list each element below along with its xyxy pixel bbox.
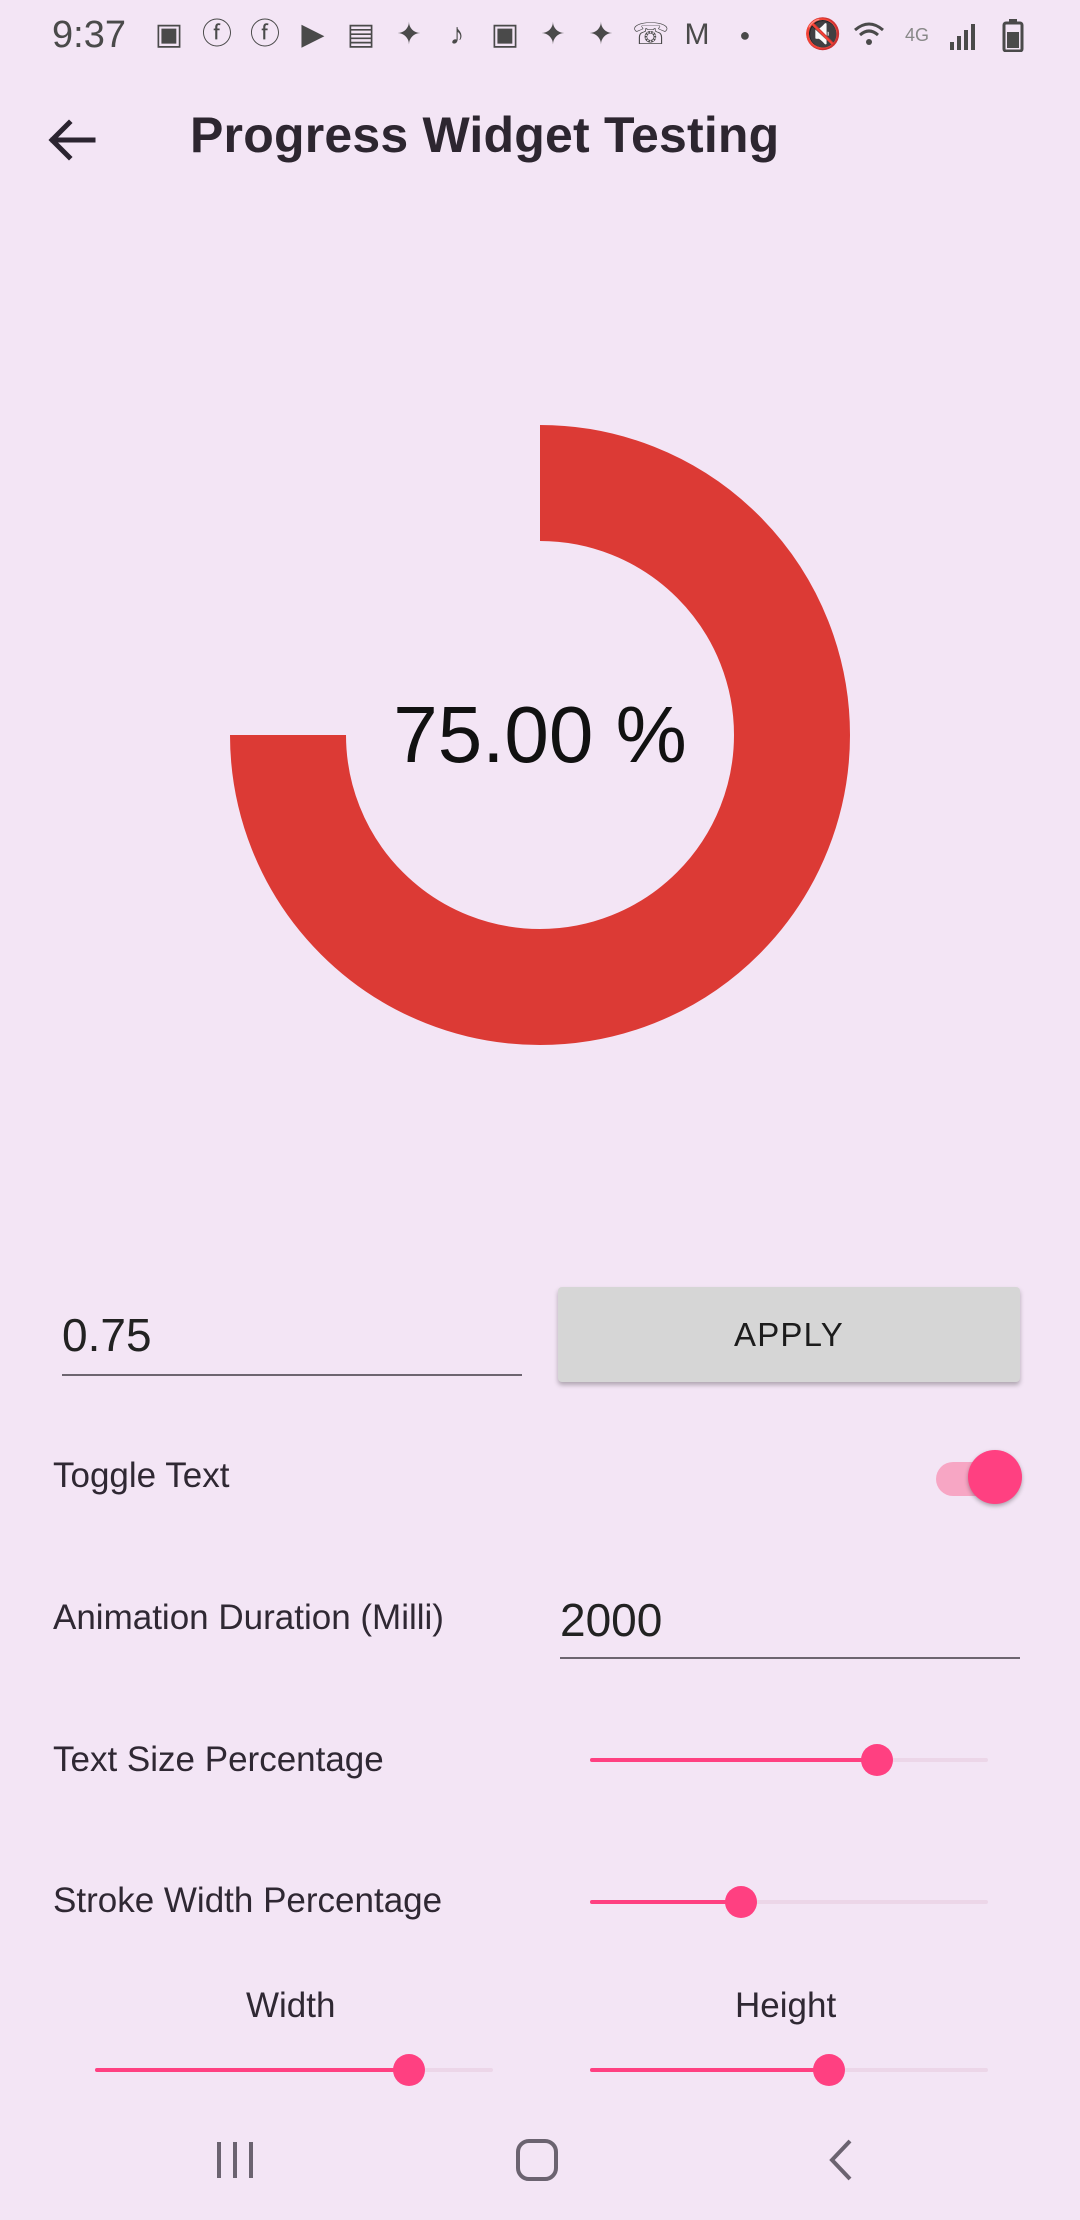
slider-fill [590,1900,742,1904]
text-size-label: Text Size Percentage [53,1740,384,1779]
stroke-width-label: Stroke Width Percentage [53,1881,443,1920]
toggle-text-label: Toggle Text [53,1456,230,1495]
status-bar-right: 🔇 4G [804,18,1030,53]
progress-percentage-text: 75.00 % [393,690,687,779]
circular-progress: 75.00 % [220,415,860,1055]
home-button[interactable] [492,2125,582,2195]
system-back-button[interactable] [795,2125,885,2195]
status-bar-left: 9:37 ▣ ⓕ ⓕ ▶ ▤ ✦ ♪ ▣ ✦ ✦ ☏ M ● [52,14,762,57]
news-icon: ▤ [346,18,376,51]
chevron-left-icon [829,2139,852,2181]
twitter-icon: ✦ [396,18,422,51]
recent-apps-icon [217,2142,253,2178]
app-bar: Progress Widget Testing [0,70,1080,210]
video-camera-icon: ▣ [154,18,184,51]
slider-thumb[interactable] [812,2054,845,2086]
slider-fill [95,2068,410,2072]
stroke-width-slider[interactable] [590,1882,988,1922]
video-camera-icon: ▣ [490,18,520,51]
animation-duration-label: Animation Duration (Milli) [53,1598,444,1637]
status-bar: 9:37 ▣ ⓕ ⓕ ▶ ▤ ✦ ♪ ▣ ✦ ✦ ☏ M ● 🔇 4G [0,0,1080,70]
slider-thumb[interactable] [393,2054,426,2086]
status-time: 9:37 [52,13,126,56]
width-slider[interactable] [95,2050,493,2090]
height-slider[interactable] [590,2050,988,2090]
width-label: Width [246,1986,336,2025]
battery-icon [996,18,1030,53]
gmail-icon: M [684,18,710,51]
mute-icon: 🔇 [804,18,842,51]
slider-thumb[interactable] [725,1886,758,1918]
duration-input-underline [560,1657,1020,1659]
system-nav-bar [0,2100,1080,2220]
slider-fill [590,1758,877,1762]
arrow-left-icon [48,119,96,161]
lte-icon: 4G [904,25,929,45]
recent-apps-button[interactable] [190,2125,280,2195]
page-title: Progress Widget Testing [190,107,780,163]
signal-icon [948,18,982,52]
dot-icon: ● [739,25,751,45]
home-icon [516,2139,558,2181]
animation-duration-input[interactable] [560,1585,1020,1655]
slider-thumb[interactable] [860,1744,893,1776]
twitter-icon: ✦ [588,18,614,51]
apply-button[interactable]: APPLY [558,1287,1020,1382]
height-label: Height [735,1986,837,2025]
bell-icon: ♪ [449,18,465,51]
toggle-text-switch[interactable] [936,1450,1024,1506]
wifi-icon [852,18,886,52]
back-button[interactable] [42,114,102,166]
facebook-icon: ⓕ [249,18,280,51]
twitter-icon: ✦ [540,18,566,51]
wifi-call-icon: ☏ [631,18,670,51]
slider-fill [590,2068,829,2072]
text-size-slider[interactable] [590,1740,988,1780]
progress-value-input[interactable] [62,1300,522,1370]
switch-thumb [968,1450,1022,1504]
facebook-icon: ⓕ [201,18,232,51]
progress-input-underline [62,1374,522,1376]
youtube-icon: ▶ [301,18,325,51]
